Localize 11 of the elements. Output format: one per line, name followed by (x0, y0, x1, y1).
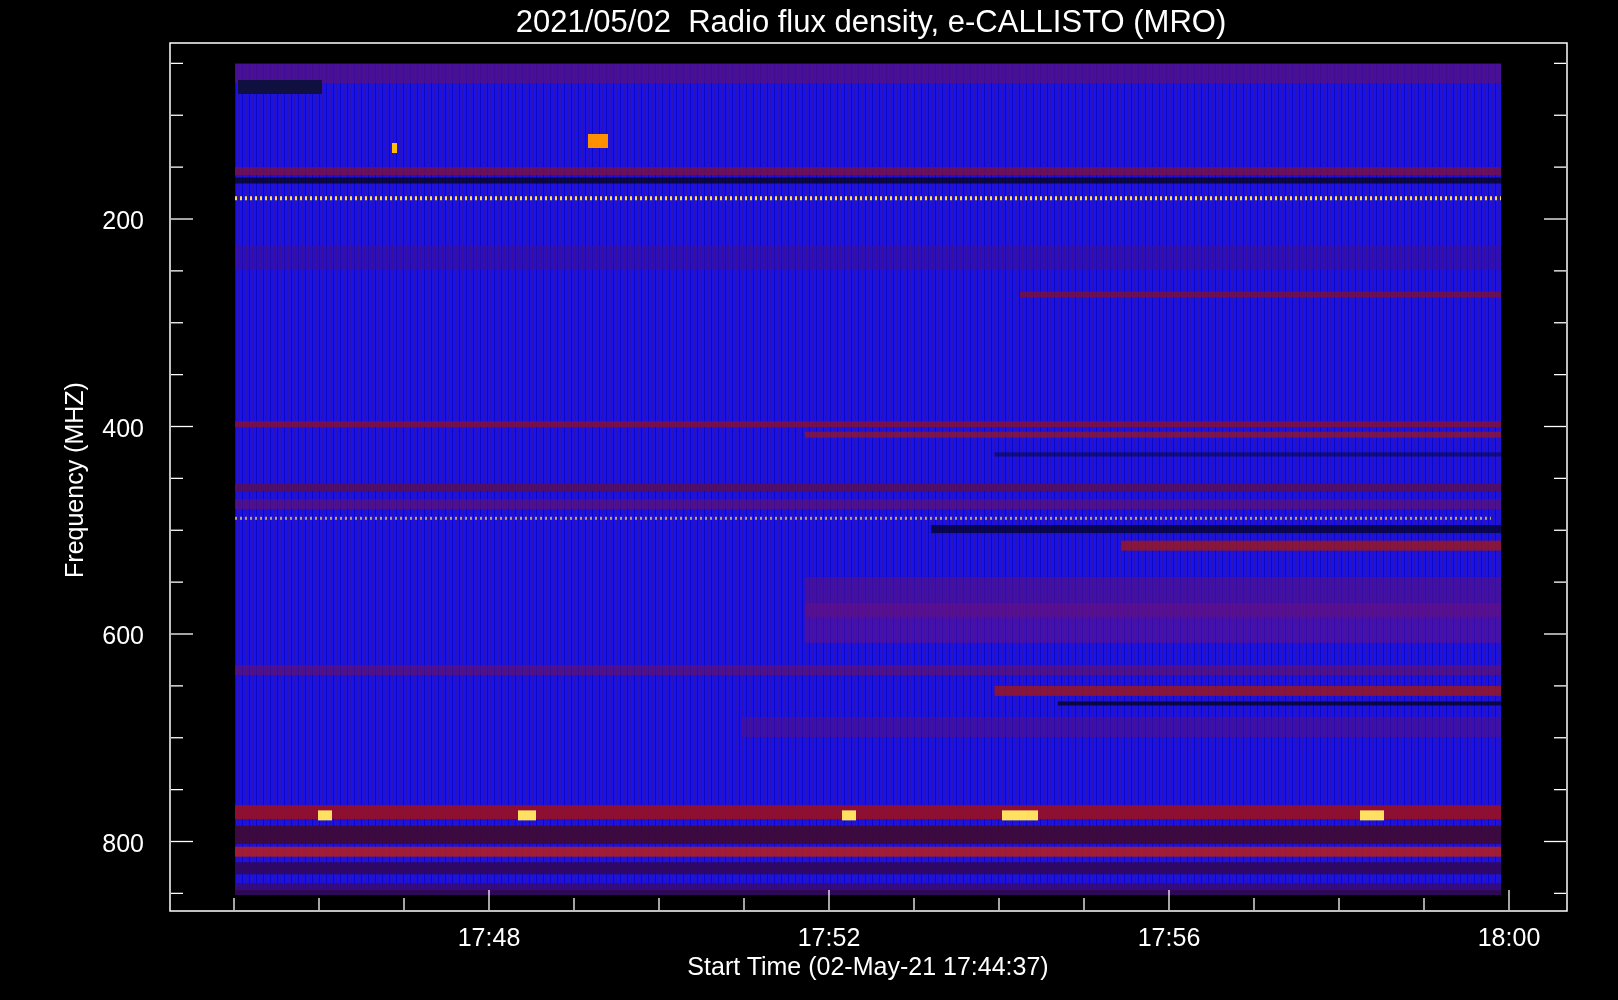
tick-label: 400 (102, 413, 144, 442)
tick-label: 18:00 (1477, 923, 1541, 951)
tick-label: 800 (102, 828, 144, 857)
axis-label: Frequency (MHZ) (60, 382, 88, 578)
axis-label: Start Time (02-May-21 17:44:37) (687, 952, 1049, 980)
tick-label: 17:52 (797, 923, 861, 951)
tick-label: 600 (102, 621, 144, 649)
tick-label: 17:56 (1137, 923, 1201, 951)
chart-title: 2021/05/02 Radio flux density, e-CALLISTO (MRO) (515, 4, 1227, 39)
tick-label: 200 (102, 206, 144, 234)
tick-label: 17:48 (457, 923, 521, 951)
